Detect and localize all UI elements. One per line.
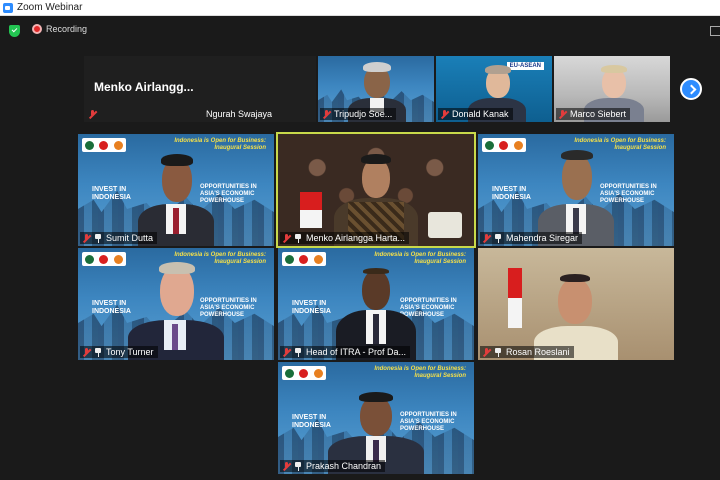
title-bar: Zoom Webinar: [0, 0, 720, 16]
spotlight-pin-icon: [294, 461, 302, 471]
participant-nametag: Mahendra Siregar: [480, 232, 583, 244]
mic-muted-icon: [88, 109, 97, 119]
participant-name: Tony Turner: [106, 347, 154, 357]
spotlight-pin-icon: [294, 347, 302, 357]
participant-name: Donald Kanak: [452, 109, 509, 119]
participant-name: Head of ITRA - Prof Da...: [306, 347, 407, 357]
participant-name: Rosan Roeslani: [506, 347, 570, 357]
window-title: Zoom Webinar: [17, 2, 83, 13]
participant-name: Prakash Chandran: [306, 461, 382, 471]
video-tile[interactable]: Ngurah Swajaya: [202, 56, 316, 122]
mic-muted-icon: [440, 109, 449, 119]
participant-nametag: Menko Airlangga Harta...: [280, 232, 410, 244]
participant-big-name: Menko Airlangg...: [94, 80, 194, 94]
mic-muted-icon: [82, 347, 91, 357]
participant-nametag: Ngurah Swajaya: [204, 108, 276, 120]
spotlight-pin-icon: [94, 347, 102, 357]
participant-video: [78, 248, 274, 360]
video-tile[interactable]: Tripudjo Soe...: [318, 56, 434, 122]
mic-muted-icon: [282, 233, 291, 243]
participant-name: Sumit Dutta: [106, 233, 154, 243]
recording-label: Recording: [46, 24, 88, 34]
participant-name: Menko Airlangga Harta...: [306, 233, 406, 243]
participant-nametag: Head of ITRA - Prof Da...: [280, 346, 411, 358]
mic-muted-icon: [558, 109, 567, 119]
participant-name: Mahendra Siregar: [506, 233, 579, 243]
participant-video: [278, 134, 474, 246]
video-tile[interactable]: Indonesia is Open for Business: Inaugura…: [278, 362, 474, 474]
participant-nametag: Marco Siebert: [556, 108, 631, 120]
video-tile[interactable]: Rosan Roeslani: [478, 248, 674, 360]
next-page-button[interactable]: [680, 78, 702, 100]
spotlight-pin-icon: [294, 233, 302, 243]
participant-nametag: Rosan Roeslani: [480, 346, 574, 358]
participant-nametag: [86, 108, 104, 120]
view-toggle-icon[interactable]: [710, 26, 720, 36]
video-tile[interactable]: Indonesia is Open for Business: Inaugura…: [478, 134, 674, 246]
participant-nametag: Sumit Dutta: [80, 232, 158, 244]
active-speaker-tile[interactable]: Menko Airlangga Harta...: [276, 132, 476, 248]
video-tile[interactable]: Marco Siebert: [554, 56, 670, 122]
participant-nametag: Prakash Chandran: [280, 460, 386, 472]
participant-video: [278, 248, 474, 360]
spotlight-pin-icon: [494, 233, 502, 243]
spotlight-pin-icon: [94, 233, 102, 243]
participant-video: [78, 134, 274, 246]
mic-muted-icon: [322, 109, 331, 119]
participant-nametag: Tony Turner: [80, 346, 158, 358]
participant-name: Ngurah Swajaya: [206, 109, 273, 119]
video-tile[interactable]: Indonesia is Open for Business: Inaugura…: [78, 248, 274, 360]
mic-muted-icon: [482, 347, 491, 357]
mic-muted-icon: [282, 461, 291, 471]
meeting-status-bar: Recording: [0, 16, 720, 46]
participant-video: [478, 248, 674, 360]
video-tile[interactable]: Menko Airlangg...: [84, 56, 202, 122]
mic-muted-icon: [282, 347, 291, 357]
recording-indicator[interactable]: Recording: [32, 24, 87, 34]
participant-name: Tripudjo Soe...: [334, 109, 393, 119]
video-tile[interactable]: Indonesia is Open for Business: Inaugura…: [278, 248, 474, 360]
mic-muted-icon: [482, 233, 491, 243]
mic-muted-icon: [82, 233, 91, 243]
zoom-logo-icon: [3, 2, 13, 13]
participant-nametag: Tripudjo Soe...: [320, 108, 397, 120]
participant-name: Marco Siebert: [570, 109, 627, 119]
participant-video: [478, 134, 674, 246]
participant-nametag: Donald Kanak: [438, 108, 513, 120]
video-tile[interactable]: EU-ASEAN Donald Kanak: [436, 56, 552, 122]
record-icon: [32, 24, 42, 34]
security-shield-icon[interactable]: [9, 25, 20, 37]
participant-video: [278, 362, 474, 474]
video-tile[interactable]: Indonesia is Open for Business: Inaugura…: [78, 134, 274, 246]
spotlight-pin-icon: [494, 347, 502, 357]
